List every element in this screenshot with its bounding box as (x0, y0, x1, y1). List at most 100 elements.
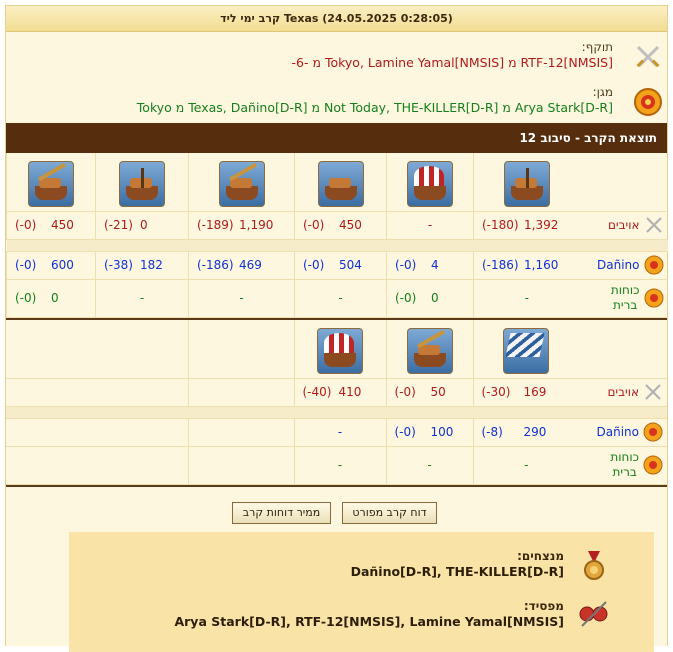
unit-count: 450 (339, 218, 362, 232)
unit-cell (6, 153, 96, 212)
unit-cell (293, 320, 386, 379)
paddle-catapult-ship-icon (218, 160, 265, 207)
attacker-label: תוקף: (581, 40, 613, 54)
loss-value: (-180) (482, 218, 519, 232)
row-label-allies: כוחות ברית (611, 283, 640, 313)
own-row: - (-0) 100 (-8) 290 Dañino (6, 418, 667, 447)
loss-value: (-0) (15, 218, 37, 232)
unit-count: 0 (51, 291, 59, 305)
empty-value: - (473, 279, 580, 318)
mortar-ship-icon (28, 160, 74, 207)
row-label-allies-line2: ברית (613, 298, 638, 312)
result-title: תוצאת הקרב - סיבוב 12 (519, 131, 657, 145)
empty-value: - (385, 446, 473, 485)
winners-names[interactable]: Dañino[D-R], THE-KILLER[D-R] (351, 564, 564, 579)
defender-label: מגן: (592, 85, 613, 99)
enemies-row: (-0) 450 (-21) 0 (-189) 1,190 (-0) 450 - (-1… (6, 211, 668, 240)
crossed-swords-icon (636, 45, 660, 68)
row-label-enemies: אויבים (607, 385, 639, 399)
defender-section: מגן: Arya Stark[D-R] מ Not Today, THE-KI… (6, 77, 667, 122)
loss-value: (-0) (395, 258, 417, 272)
unit-count: 504 (339, 258, 362, 272)
unit-count: 0 (140, 218, 148, 232)
row-label-allies-line2: ברית (612, 465, 637, 479)
loss-value: (-189) (197, 218, 234, 232)
unit-cell (472, 320, 579, 379)
loss-value: (-0) (395, 291, 417, 305)
unit-count: 169 (523, 385, 547, 399)
unit-count: 1,160 (524, 258, 559, 272)
battle-summary: מנצחים: Dañino[D-R], THE-KILLER[D-R] מפס… (69, 532, 654, 652)
attacker-section: תוקף: RTF-12[NMSIS] מ Tokyo, Lamine Yama… (6, 32, 667, 77)
row-label-allies-line1: כוחות (610, 283, 640, 297)
unit-count: 100 (430, 425, 454, 439)
convert-reports-button[interactable]: ממיר דוחות קרב (232, 502, 331, 524)
loss-value: (-0) (15, 258, 37, 272)
shield-icon (644, 255, 663, 275)
unit-cell (294, 153, 387, 212)
ram-ship-icon (407, 160, 453, 207)
unit-cell (385, 320, 473, 379)
loss-value: (-0) (15, 291, 37, 305)
loss-value: (-21) (104, 218, 133, 232)
loss-value: (-186) (197, 258, 234, 272)
unit-count: 1,190 (239, 218, 274, 232)
empty-value: - (386, 211, 474, 240)
unit-cell (386, 153, 474, 212)
shield-icon (634, 88, 662, 116)
row-label-enemies: אויבים (607, 218, 640, 232)
losers-label: מפסיד: (523, 599, 564, 613)
loss-value: (-30) (481, 385, 511, 399)
label-cell (579, 320, 667, 379)
catapult-ship-icon (406, 327, 453, 374)
row-label-allies: כוחות ברית (610, 450, 639, 480)
empty-value: - (95, 279, 189, 318)
unit-cell (188, 153, 295, 212)
empty-value: - (294, 279, 387, 318)
ballista-ship-icon (503, 160, 550, 207)
unit-count: 50 (430, 385, 446, 399)
row-label-allies-line1: כוחות (610, 450, 639, 464)
crossed-swords-icon (645, 384, 661, 400)
shield-icon (643, 422, 663, 442)
unit-count: 182 (140, 258, 163, 272)
report-title: קרב ימי ליד Texas (24.05.2025 0:28:05) (6, 6, 667, 32)
crossed-swords-icon (645, 217, 662, 233)
empty-value: - (188, 279, 295, 318)
flamethrower-ship-icon (317, 160, 364, 207)
unit-count: 1,392 (524, 218, 559, 232)
loss-value: (-40) (302, 385, 332, 399)
unit-count: 290 (523, 425, 547, 439)
unit-image-row (6, 153, 668, 212)
losers-names[interactable]: Arya Stark[D-R], RTF-12[NMSIS], Lamine Y… (174, 614, 564, 629)
battle-report-panel: קרב ימי ליד Texas (24.05.2025 0:28:05) ת… (5, 5, 668, 652)
own-row: (-0) 600 (-38) 182 (-186) 469 (-0) 504 (-0) 4… (6, 251, 668, 280)
winners-label: מנצחים: (517, 549, 564, 563)
label-cell (579, 153, 668, 212)
empty-value: - (472, 446, 579, 485)
shield-icon (644, 288, 663, 308)
units-table-2: (-40) 410 (-0) 50 (-30) 169 אויבים - (-0) 10… (6, 320, 667, 485)
unit-count: 410 (338, 385, 362, 399)
allies-row: (-0) 0 - - - (-0) 0 - כוחות ברית (6, 279, 668, 318)
shield-icon (643, 455, 663, 475)
loss-value: (-38) (104, 258, 133, 272)
loss-value: (-0) (394, 385, 416, 399)
unit-count: 469 (239, 258, 262, 272)
medal-icon (584, 551, 604, 580)
unit-count: 450 (51, 218, 74, 232)
battle-result-header: תוצאת הקרב - סיבוב 12 (6, 123, 667, 153)
allies-row: - - - כוחות ברית (6, 446, 667, 485)
detailed-report-button[interactable]: דוח קרב מפורט (342, 502, 437, 524)
row-label-danino: Dañino (597, 258, 640, 272)
defender-names[interactable]: Arya Stark[D-R] מ Not Today, THE-KILLER[… (137, 100, 613, 115)
defeated-shields-icon (579, 601, 608, 627)
section-divider (6, 485, 667, 487)
unit-cell (95, 153, 189, 212)
balloon-ship-icon (317, 327, 363, 374)
unit-image-row (6, 320, 667, 379)
row-label-danino: Dañino (596, 425, 639, 439)
attacker-names[interactable]: RTF-12[NMSIS] מ Tokyo, Lamine Yamal[NMSI… (292, 55, 613, 70)
unit-count: 600 (51, 258, 74, 272)
steam-ram-icon (119, 160, 165, 207)
